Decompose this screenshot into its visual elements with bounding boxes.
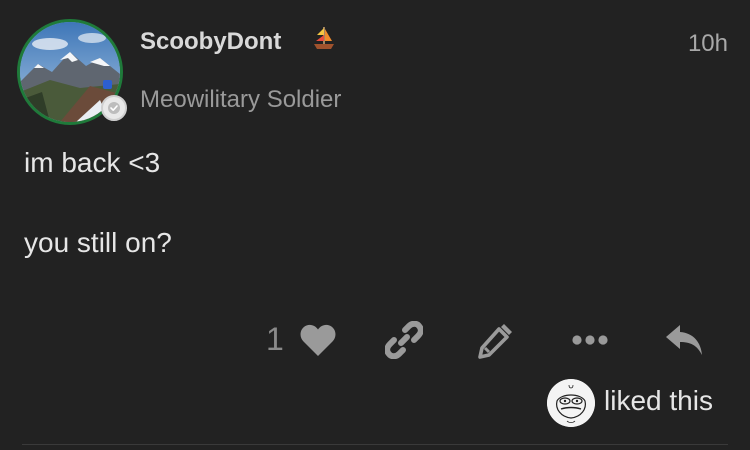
author-username[interactable]: ScoobyDont (140, 28, 281, 56)
liker-avatar[interactable] (547, 379, 595, 427)
like-count[interactable]: 1 (266, 321, 284, 357)
edit-button[interactable] (474, 318, 518, 362)
copy-link-button[interactable] (382, 318, 426, 362)
group-flair-icon (103, 80, 112, 89)
troll-face-icon (547, 379, 595, 427)
author-avatar[interactable] (17, 19, 127, 125)
liked-by-label: liked this (604, 385, 713, 416)
heart-icon (300, 324, 336, 356)
check-circle-icon (101, 95, 127, 121)
post-timestamp[interactable]: 10h (688, 30, 728, 58)
reply-button[interactable] (662, 318, 706, 362)
link-icon (385, 321, 423, 359)
ellipsis-icon (572, 335, 608, 345)
author-title: Meowilitary Soldier (140, 86, 342, 113)
like-button[interactable] (296, 318, 340, 362)
post-divider (22, 444, 728, 445)
pencil-icon (478, 324, 512, 359)
post-paragraph: im back <3 (24, 147, 161, 178)
post-paragraph: you still on? (24, 227, 172, 258)
sailboat-icon (312, 26, 336, 52)
post-content: im back <3 you still on? (24, 146, 172, 306)
post-card: ScoobyDont 10h Meowilitary Soldier im ba… (0, 0, 750, 450)
reply-icon (666, 325, 702, 355)
more-actions-button[interactable] (568, 318, 612, 362)
